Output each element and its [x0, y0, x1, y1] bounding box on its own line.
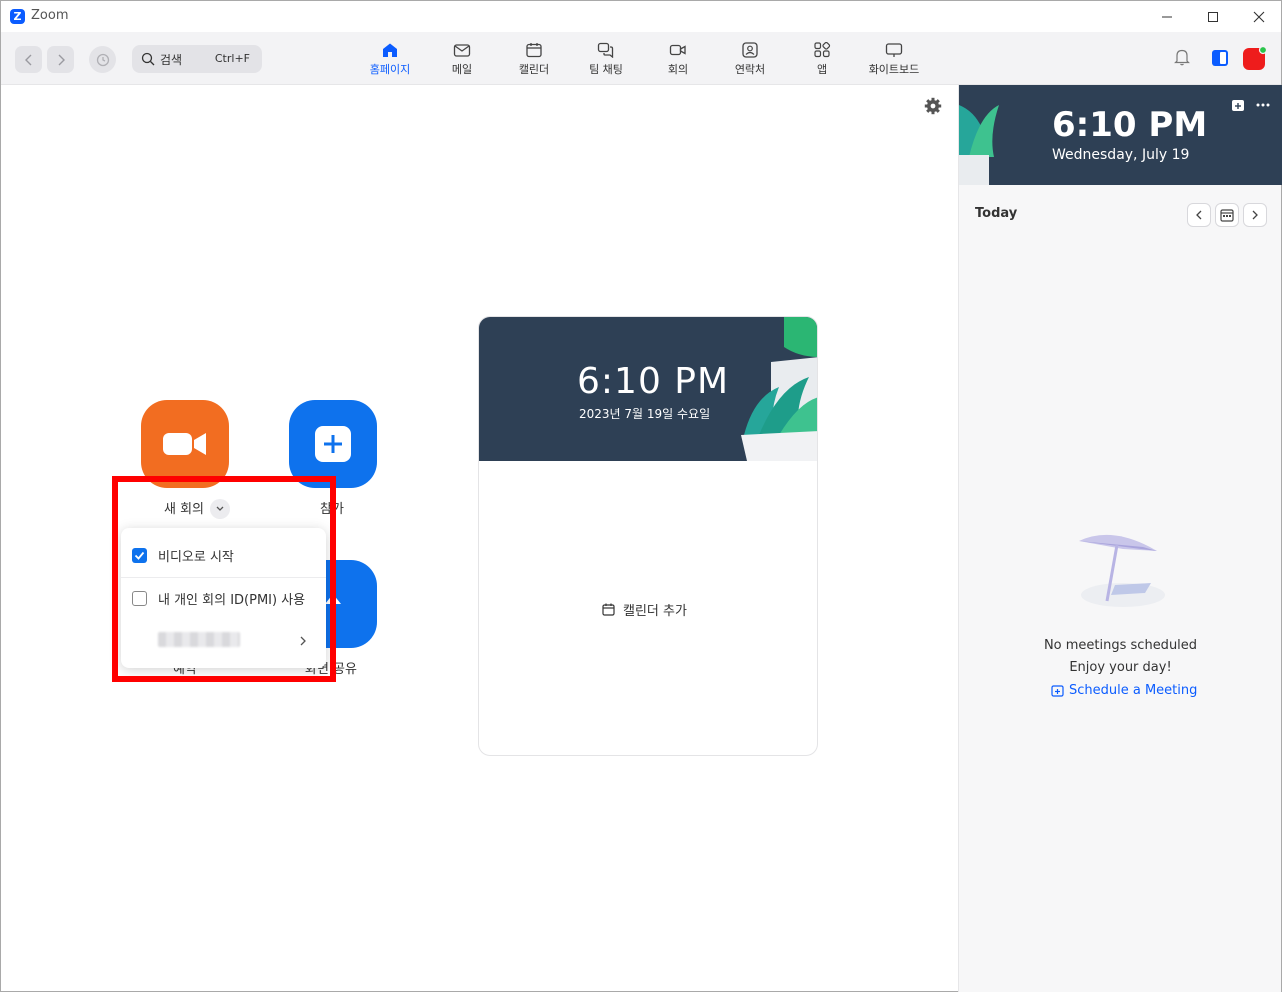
right-clock-time: 6:10 PM [1052, 105, 1208, 145]
forward-button[interactable] [47, 46, 74, 73]
next-day-button[interactable] [1243, 203, 1267, 227]
side-panel-toggle[interactable] [1211, 49, 1229, 71]
right-panel-hero: 6:10 PM Wednesday, July 19 [959, 85, 1282, 185]
right-clock-date: Wednesday, July 19 [1052, 147, 1190, 163]
chat-icon [597, 42, 614, 58]
tab-team-chat[interactable]: 팀 채팅 [576, 42, 636, 82]
beach-umbrella-illustration [1079, 534, 1165, 607]
clock-date: 2023년 7월 19일 수요일 [579, 407, 711, 421]
previous-day-button[interactable] [1187, 203, 1211, 227]
tab-contacts[interactable]: 연락처 [720, 42, 780, 82]
title-bar: Z Zoom [1, 1, 1281, 32]
maximize-icon [1208, 11, 1218, 22]
notifications-button[interactable] [1173, 47, 1191, 71]
contacts-icon [742, 42, 758, 58]
new-meeting-button[interactable] [141, 400, 229, 488]
more-options-button[interactable] [1255, 97, 1271, 116]
video-camera-icon [163, 433, 206, 455]
schedule-meeting-link[interactable]: Schedule a Meeting [1051, 683, 1197, 698]
add-calendar-label: 캘린더 추가 [623, 604, 687, 619]
chevron-left-icon [24, 54, 31, 65]
gear-icon [924, 97, 942, 115]
whiteboard-icon [885, 43, 903, 57]
calendar-add-icon [1232, 100, 1244, 111]
right-panel: 6:10 PM Wednesday, July 19 Today No meet… [958, 85, 1282, 992]
add-event-button[interactable] [1231, 97, 1245, 116]
chevron-right-icon [58, 54, 65, 65]
search-icon [141, 52, 155, 66]
clock-card-hero: 6:10 PM 2023년 7월 19일 수요일 [479, 317, 817, 461]
highlight-annotation-box [112, 476, 336, 682]
tab-apps[interactable]: 앱 [792, 42, 852, 82]
sidebar-panel-icon [1212, 50, 1228, 66]
chevron-right-icon [1252, 210, 1258, 220]
apps-icon [814, 42, 831, 58]
tab-label: 메일 [451, 63, 473, 76]
tab-whiteboard[interactable]: 화이트보드 [864, 42, 924, 82]
history-icon [96, 53, 109, 66]
clock-card: 6:10 PM 2023년 7월 19일 수요일 캘린더 추가 [478, 316, 818, 756]
tab-mail[interactable]: 메일 [432, 42, 492, 82]
close-button[interactable] [1236, 1, 1282, 32]
calendar-picker-button[interactable] [1215, 203, 1239, 227]
tab-calendar[interactable]: 캘린더 [504, 42, 564, 82]
tab-label: 캘린더 [518, 63, 550, 76]
top-toolbar: 검색 Ctrl+F 홈페이지 메일 캘린더 팀 채팅 회의 연락처 앱 화이트보… [1, 32, 1281, 85]
avatar[interactable] [1242, 45, 1268, 76]
search-placeholder: 검색 [160, 53, 183, 67]
bell-icon [1174, 49, 1190, 66]
tab-label: 앱 [816, 63, 828, 76]
clock-time: 6:10 PM [577, 361, 730, 402]
mail-icon [453, 44, 471, 57]
settings-button[interactable] [924, 97, 942, 119]
join-button[interactable] [289, 400, 377, 488]
tab-label: 회의 [667, 63, 689, 76]
search-box[interactable]: 검색 Ctrl+F [132, 45, 262, 73]
maximize-button[interactable] [1190, 1, 1236, 32]
calendar-icon [1220, 209, 1234, 222]
plus-icon [315, 426, 351, 462]
minimize-icon [1162, 16, 1172, 17]
tab-label: 팀 채팅 [589, 63, 623, 76]
tab-label: 화이트보드 [868, 63, 920, 76]
tab-home[interactable]: 홈페이지 [360, 42, 420, 82]
no-meetings-title: No meetings scheduled [1043, 638, 1198, 653]
zoom-window: Z Zoom 검색 Ctrl+F 홈페이지 메일 캘린더 팀 채팅 회의 연락처… [0, 0, 1282, 992]
video-icon [669, 44, 686, 56]
history-button[interactable] [89, 46, 116, 73]
zoom-logo-icon: Z [10, 9, 25, 24]
chevron-left-icon [1196, 210, 1202, 220]
schedule-meeting-label: Schedule a Meeting [1069, 683, 1198, 698]
plant-illustration [959, 105, 999, 185]
calendar-icon [602, 603, 615, 616]
search-shortcut: Ctrl+F [214, 52, 250, 65]
no-meetings-subtitle: Enjoy your day! [1069, 660, 1172, 675]
calendar-icon [526, 43, 542, 58]
home-icon [383, 43, 397, 57]
tab-label: 연락처 [734, 63, 766, 76]
back-button[interactable] [15, 46, 42, 73]
more-icon [1256, 103, 1270, 107]
avatar-icon [1243, 45, 1268, 70]
close-icon [1253, 11, 1265, 22]
add-calendar-button[interactable]: 캘린더 추가 [602, 600, 687, 619]
today-label: Today [975, 206, 1018, 221]
calendar-add-icon [1051, 685, 1064, 697]
tab-meetings[interactable]: 회의 [648, 42, 708, 82]
window-title: Zoom [31, 8, 69, 23]
tab-label: 홈페이지 [369, 63, 411, 76]
minimize-button[interactable] [1144, 1, 1190, 32]
